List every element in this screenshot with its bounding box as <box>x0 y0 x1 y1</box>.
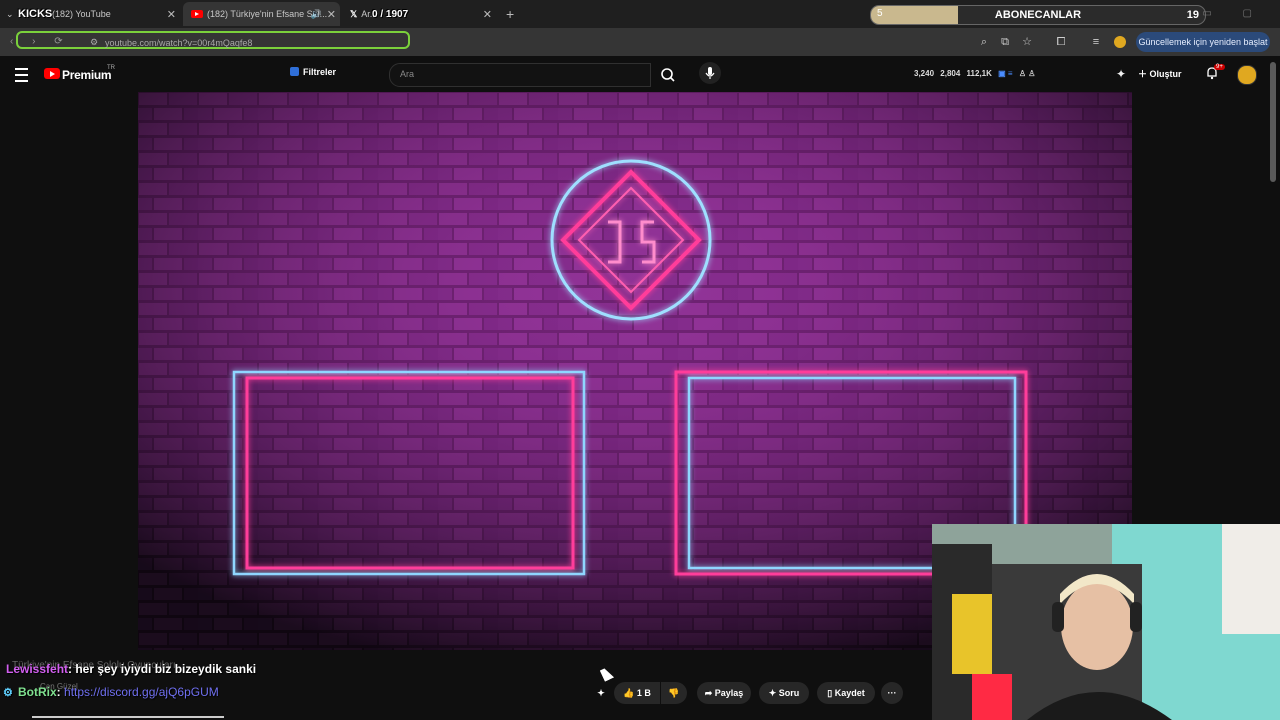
like-count: 1 B <box>636 688 651 698</box>
media-queue-icon[interactable]: ≡ <box>1090 36 1102 48</box>
youtube-logo-icon[interactable] <box>44 68 60 79</box>
filters-button[interactable]: Filtreler <box>290 67 336 77</box>
extension-stats: 3,240 2,804 112,1K ▣ ≡ ♙ ♙ <box>914 69 1039 78</box>
audio-playing-icon[interactable]: 🔊 <box>311 9 322 20</box>
stat-views: 3,240 <box>914 69 935 78</box>
create-label: Oluştur <box>1149 69 1182 79</box>
chat-link[interactable]: https://discord.gg/ajQ6pGUM <box>64 685 219 699</box>
sub-goal-label: ABONECANLAR <box>994 9 1082 21</box>
tab-close-icon[interactable]: ✕ <box>167 8 176 21</box>
tab-title: (182) YouTube <box>52 9 111 19</box>
youtube-favicon-icon <box>191 10 203 18</box>
extensions-icon[interactable]: ⧠ <box>1055 36 1067 48</box>
share-icon: ➦ <box>704 688 713 698</box>
browser-toolbar: ‹ › ⟳ youtube.com/watch?v=00r4mQaqfe8 ⚙ … <box>0 28 1280 67</box>
x-favicon-icon: 𝕏 <box>350 8 358 19</box>
extension-icon[interactable]: ✦ <box>1116 67 1126 81</box>
search-button[interactable] <box>650 63 686 87</box>
video-progress[interactable] <box>32 716 224 718</box>
stat-subs: 112,1K <box>966 69 992 78</box>
page-scrollbar[interactable] <box>1270 62 1276 182</box>
more-actions-button[interactable]: ··· <box>881 682 903 704</box>
thumbs-up-icon: 👍 <box>623 688 635 698</box>
more-icon: ··· <box>887 688 897 698</box>
kick-counter: 0 / 1907 <box>372 9 409 20</box>
browser-tab-video[interactable]: (182) Türkiye'nin Efsane Sol... 🔊 ✕ <box>183 2 340 26</box>
zoom-icon[interactable]: ⌕ <box>978 36 990 48</box>
webcam-feed <box>932 524 1280 720</box>
update-label: Güncellemek için yeniden başlat <box>1138 37 1268 47</box>
avatar[interactable] <box>1237 65 1257 85</box>
new-tab-icon[interactable]: + <box>506 6 514 22</box>
window-controls[interactable]: ▭ ▢ <box>1202 8 1266 19</box>
extension-action-icon[interactable]: ✦ <box>592 682 610 704</box>
sparkle-icon: ✦ <box>768 688 777 698</box>
stat-watching: 2,804 <box>940 69 961 78</box>
sub-goal-target: 19 <box>1186 9 1199 21</box>
notification-badge: 9+ <box>1214 64 1225 70</box>
profile-icon[interactable] <box>1114 36 1126 48</box>
subscriber-goal-bar: 5 ABONECANLAR 19 <box>870 5 1206 25</box>
hamburger-menu-icon[interactable] <box>15 68 28 82</box>
browser-tab-strip: ⌄ (182) YouTube ✕ (182) Türkiye'nin Efsa… <box>0 0 1280 28</box>
save-button[interactable]: ▯ Kaydet <box>817 682 875 704</box>
search-input[interactable]: Ara <box>389 63 651 87</box>
update-restart-button[interactable]: Güncellemek için yeniden başlat ⋮ <box>1136 32 1270 67</box>
extension-icon[interactable]: ♙ ♙ <box>1019 69 1036 78</box>
ask-button[interactable]: ✦ Soru <box>759 682 809 704</box>
url-text[interactable]: youtube.com/watch?v=00r4mQaqfe8 <box>105 38 252 48</box>
search-icon <box>661 68 675 82</box>
site-info-icon[interactable]: ⚙ <box>90 37 98 48</box>
chat-message: Lewissfeht: her şey iyiydi biz bizeydik … <box>6 662 256 676</box>
chat-message: ⚙ BotRix: https://discord.gg/ajQ6pGUM <box>3 685 219 699</box>
extension-icon[interactable]: ▣ ≡ <box>998 69 1012 78</box>
mouse-cursor-icon <box>599 666 615 682</box>
dislike-button[interactable]: 👎 <box>661 682 687 704</box>
share-label: Paylaş <box>714 688 744 698</box>
region-code: TR <box>107 65 115 71</box>
tab-close-icon[interactable]: ✕ <box>327 8 336 21</box>
save-label: Kaydet <box>834 688 865 698</box>
tab-title: (182) Türkiye'nin Efsane Sol... <box>207 9 328 19</box>
chat-text: : her şey iyiydi biz bizeydik sanki <box>68 662 257 676</box>
bookmark-icon: ▯ <box>827 688 833 698</box>
webcam-overlay <box>932 524 1280 720</box>
like-button[interactable]: 👍 1 B <box>614 682 660 704</box>
microphone-icon <box>705 67 715 79</box>
create-button[interactable]: ＋ Oluştur <box>1138 64 1190 84</box>
chat-separator: : <box>56 685 65 699</box>
bookmark-star-icon[interactable]: ☆ <box>1021 36 1033 48</box>
youtube-header: Premium TR Filtreler Ara 3,240 2,804 112… <box>0 56 1280 92</box>
share-button[interactable]: ➦ Paylaş <box>697 682 751 704</box>
browser-tab-x[interactable]: 𝕏 Ar... ✕ <box>344 2 496 26</box>
bot-icon: ⚙ <box>3 687 13 699</box>
cast-icon[interactable]: ⧉ <box>999 36 1011 48</box>
tab-close-icon[interactable]: ✕ <box>483 8 492 21</box>
chat-username: BotRix <box>18 685 57 699</box>
ask-label: Soru <box>778 688 800 698</box>
voice-search-button[interactable] <box>699 62 721 84</box>
premium-logo-text[interactable]: Premium <box>62 68 112 82</box>
search-placeholder: Ara <box>400 69 415 79</box>
chat-username: Lewissfeht <box>6 662 69 676</box>
thumbs-down-icon: 👎 <box>668 688 680 698</box>
kicks-overlay-label: KICKS <box>18 8 53 20</box>
